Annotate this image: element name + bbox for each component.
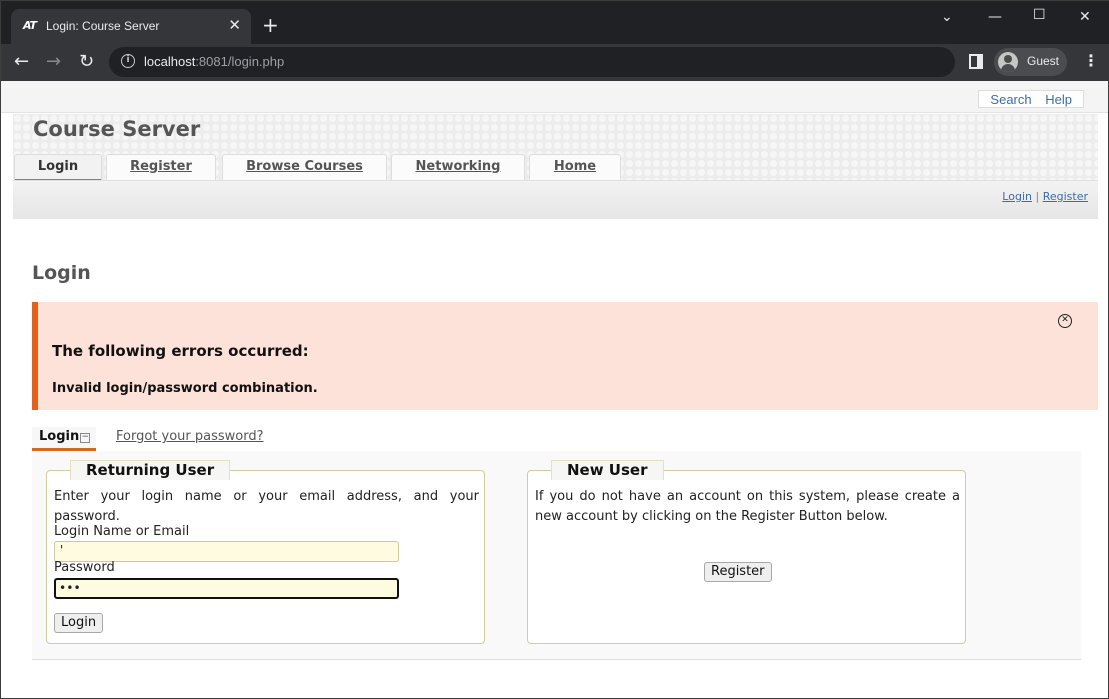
sub-bar: Login | Register bbox=[13, 180, 1098, 219]
new-tab-icon[interactable]: + bbox=[262, 15, 279, 35]
browser-tab[interactable]: AT Login: Course Server ✕ bbox=[11, 9, 251, 44]
tab-networking[interactable]: Networking bbox=[391, 154, 525, 182]
tab-search-icon[interactable]: ⌄ bbox=[941, 9, 953, 25]
login-name-input[interactable]: ' bbox=[54, 541, 399, 562]
search-link[interactable]: Search bbox=[990, 92, 1031, 107]
minimize-icon[interactable]: — bbox=[988, 9, 1002, 25]
page-content: Search Help Course Server Login Register… bbox=[1, 81, 1108, 698]
help-link[interactable]: Help bbox=[1045, 92, 1072, 107]
tab-register[interactable]: Register bbox=[106, 154, 216, 182]
side-panel-icon[interactable] bbox=[969, 54, 983, 69]
forward-icon[interactable]: → bbox=[46, 52, 61, 72]
new-user-box: New User If you do not have an account o… bbox=[527, 460, 966, 644]
user-nav: Login | Register bbox=[1002, 190, 1088, 203]
profile-label: Guest bbox=[1027, 54, 1060, 68]
register-button[interactable]: Register bbox=[704, 562, 772, 582]
error-title: The following errors occurred: bbox=[52, 342, 309, 360]
new-user-intro: If you do not have an account on this sy… bbox=[535, 489, 960, 524]
browser-toolbar: ← → ↻ i localhost:8081/login.php Guest ⋮ bbox=[1, 44, 1109, 81]
tab-strip: AT Login: Course Server ✕ + ⌄ — ☐ ✕ bbox=[1, 1, 1109, 44]
top-strip: Search Help bbox=[1, 81, 1108, 113]
returning-user-box: Returning User Enter your login name or … bbox=[46, 460, 485, 644]
browser-window: AT Login: Course Server ✕ + ⌄ — ☐ ✕ ← → … bbox=[0, 0, 1109, 699]
site-title: Course Server bbox=[33, 117, 201, 141]
window-close-icon[interactable]: ✕ bbox=[1079, 9, 1091, 25]
tab-title: Login: Course Server bbox=[46, 19, 160, 33]
returning-user-intro: Enter your login name or your email addr… bbox=[54, 489, 479, 524]
site-favicon-icon: AT bbox=[23, 19, 37, 32]
password-label: Password bbox=[54, 560, 115, 575]
tab-login[interactable]: Login bbox=[14, 154, 102, 182]
address-bar[interactable]: i localhost:8081/login.php bbox=[109, 47, 955, 77]
register-link[interactable]: Register bbox=[1043, 190, 1088, 203]
password-input[interactable]: ••• bbox=[54, 578, 399, 599]
login-section-tab[interactable]: Login − bbox=[32, 427, 97, 451]
login-panel: Returning User Enter your login name or … bbox=[32, 451, 1081, 660]
login-link[interactable]: Login bbox=[1002, 190, 1032, 203]
site-header: Course Server Login Register Browse Cour… bbox=[13, 114, 1098, 219]
close-tab-icon[interactable]: ✕ bbox=[228, 17, 241, 33]
url-host: localhost bbox=[144, 54, 196, 69]
new-user-legend: New User bbox=[551, 460, 664, 480]
collapse-icon[interactable]: − bbox=[80, 433, 91, 443]
maximize-icon[interactable]: ☐ bbox=[1033, 7, 1046, 23]
tab-browse-courses[interactable]: Browse Courses bbox=[222, 154, 387, 182]
error-message-box: ✕ The following errors occurred: Invalid… bbox=[32, 302, 1098, 410]
error-text: Invalid login/password combination. bbox=[52, 381, 318, 396]
login-button[interactable]: Login bbox=[54, 613, 104, 633]
returning-user-legend: Returning User bbox=[70, 460, 231, 480]
avatar-icon bbox=[998, 52, 1018, 72]
page-title: Login bbox=[32, 262, 91, 284]
url-text: localhost:8081/login.php bbox=[144, 54, 284, 69]
close-circle-icon[interactable]: ✕ bbox=[1058, 314, 1072, 328]
url-path: :8081/login.php bbox=[195, 54, 285, 69]
profile-button[interactable]: Guest bbox=[994, 48, 1067, 76]
tab-home[interactable]: Home bbox=[529, 154, 621, 182]
back-icon[interactable]: ← bbox=[14, 52, 29, 72]
site-info-icon[interactable]: i bbox=[121, 54, 135, 68]
forgot-password-link[interactable]: Forgot your password? bbox=[116, 429, 264, 444]
subnav-separator: | bbox=[1035, 190, 1040, 203]
login-tab-label: Login bbox=[39, 429, 80, 444]
top-nav: Search Help bbox=[978, 90, 1084, 108]
menu-icon[interactable]: ⋮ bbox=[1083, 52, 1099, 70]
reload-icon[interactable]: ↻ bbox=[79, 52, 94, 72]
login-name-label: Login Name or Email bbox=[54, 524, 190, 539]
